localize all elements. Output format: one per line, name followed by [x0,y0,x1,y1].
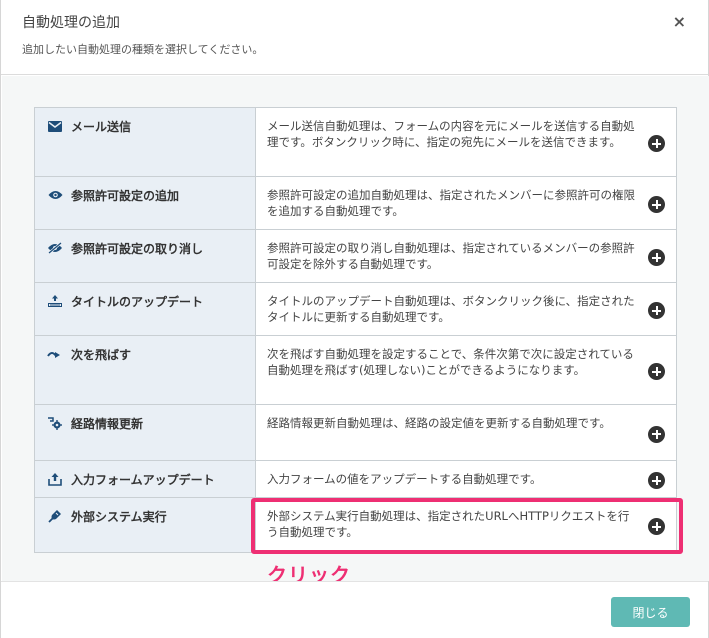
add-title-update-action-button[interactable] [648,302,665,319]
plug-icon [46,508,64,524]
add-route-update-action-button[interactable] [648,425,665,443]
add-automation-dialog: 自動処理の追加 追加したい自動処理の種類を選択してください。 × メール送信 メ… [0,0,709,638]
action-name: メール送信 [71,120,132,134]
action-description-cell: 次を飛ばす自動処理を設定することで、条件次第で次に設定されている自動処理を飛ばす… [255,335,677,405]
action-row-form-update: 入力フォームアップデート 入力フォームの値をアップデートする自動処理です。 [34,460,677,498]
action-description: 経路情報更新自動処理は、経路の設定値を更新する自動処理です。 [267,416,611,430]
action-row-skip-next: 次を飛ばす 次を飛ばす自動処理を設定することで、条件次第で次に設定されている自動… [34,335,677,405]
dialog-title: 自動処理の追加 [22,15,120,31]
action-description: 次を飛ばす自動処理を設定することで、条件次第で次に設定されている自動処理を飛ばす… [267,347,634,377]
title-update-icon [46,293,64,309]
dialog-footer: 閉じる [1,581,708,638]
action-row-route-update: 経路情報更新 経路情報更新自動処理は、経路の設定値を更新する自動処理です。 [34,404,677,461]
action-name: 外部システム実行 [71,510,167,524]
action-name: 次を飛ばす [71,348,132,362]
action-row-mail: メール送信 メール送信自動処理は、フォームの内容を元にメールを送信する自動処理で… [34,107,677,177]
action-description: タイトルのアップデート自動処理は、ボタンクリック後に、指定されたタイトルに更新す… [267,294,635,324]
action-description-cell: 参照許可設定の追加自動処理は、指定されたメンバーに参照許可の権限を追加する自動処… [255,176,677,230]
envelope-icon [46,118,64,134]
dialog-subtitle: 追加したい自動処理の種類を選択してください。 [22,43,264,56]
action-name-cell: 参照許可設定の取り消し [34,229,256,283]
action-name-cell: タイトルのアップデート [34,282,256,336]
add-mail-action-button[interactable] [648,135,665,152]
action-description: 外部システム実行自動処理は、指定されたURLへHTTPリクエストを行う自動処理で… [267,509,630,539]
action-description-cell: 入力フォームの値をアップデートする自動処理です。 [255,460,677,498]
action-name-cell: メール送信 [34,107,256,177]
action-row-add-permission: 参照許可設定の追加 参照許可設定の追加自動処理は、指定されたメンバーに参照許可の… [34,176,677,230]
eye-slash-icon [46,240,64,256]
add-form-update-action-button[interactable] [648,472,665,489]
action-name: 経路情報更新 [71,417,144,431]
eye-icon [46,187,64,203]
add-external-system-action-button[interactable] [648,518,665,535]
action-row-title-update: タイトルのアップデート タイトルのアップデート自動処理は、ボタンクリック後に、指… [34,282,677,336]
action-description: 参照許可設定の取り消し自動処理は、指定されているメンバーの参照許可設定を除外する… [267,241,635,271]
action-description-cell: タイトルのアップデート自動処理は、ボタンクリック後に、指定されたタイトルに更新す… [255,282,677,336]
remove-permission-action-button[interactable] [648,249,665,266]
action-name-cell: 入力フォームアップデート [34,460,256,498]
action-description: 参照許可設定の追加自動処理は、指定されたメンバーに参照許可の権限を追加する自動処… [267,188,635,218]
action-description-cell: 経路情報更新自動処理は、経路の設定値を更新する自動処理です。 [255,404,677,461]
dialog-header: 自動処理の追加 追加したい自動処理の種類を選択してください。 × [1,0,708,75]
action-name: タイトルのアップデート [71,295,204,309]
upload-icon [46,471,64,487]
dialog-body: メール送信 メール送信自動処理は、フォームの内容を元にメールを送信する自動処理で… [2,76,709,581]
action-description-cell: メール送信自動処理は、フォームの内容を元にメールを送信する自動処理です。ボタンク… [255,107,677,177]
action-description-cell: 外部システム実行自動処理は、指定されたURLへHTTPリクエストを行う自動処理で… [255,497,677,553]
action-name-cell: 経路情報更新 [34,404,256,461]
action-name: 入力フォームアップデート [71,473,215,487]
close-button[interactable]: 閉じる [611,597,690,627]
action-name: 参照許可設定の取り消し [71,242,204,256]
automation-type-table: メール送信 メール送信自動処理は、フォームの内容を元にメールを送信する自動処理で… [34,107,677,553]
action-name: 参照許可設定の追加 [71,189,180,203]
action-name-cell: 次を飛ばす [34,335,256,405]
add-skip-next-action-button[interactable] [648,363,665,380]
add-permission-action-button[interactable] [648,196,665,213]
action-name-cell: 参照許可設定の追加 [34,176,256,230]
route-gear-icon [46,415,64,431]
action-row-remove-permission: 参照許可設定の取り消し 参照許可設定の取り消し自動処理は、指定されているメンバー… [34,229,677,283]
action-name-cell: 外部システム実行 [34,497,256,553]
action-description: メール送信自動処理は、フォームの内容を元にメールを送信する自動処理です。ボタンク… [267,119,635,149]
action-row-external-system: 外部システム実行 外部システム実行自動処理は、指定されたURLへHTTPリクエス… [34,497,677,553]
action-description-cell: 参照許可設定の取り消し自動処理は、指定されているメンバーの参照許可設定を除外する… [255,229,677,283]
close-icon[interactable]: × [673,12,686,32]
action-description: 入力フォームの値をアップデートする自動処理です。 [267,472,542,486]
skip-arrow-icon [46,346,64,362]
